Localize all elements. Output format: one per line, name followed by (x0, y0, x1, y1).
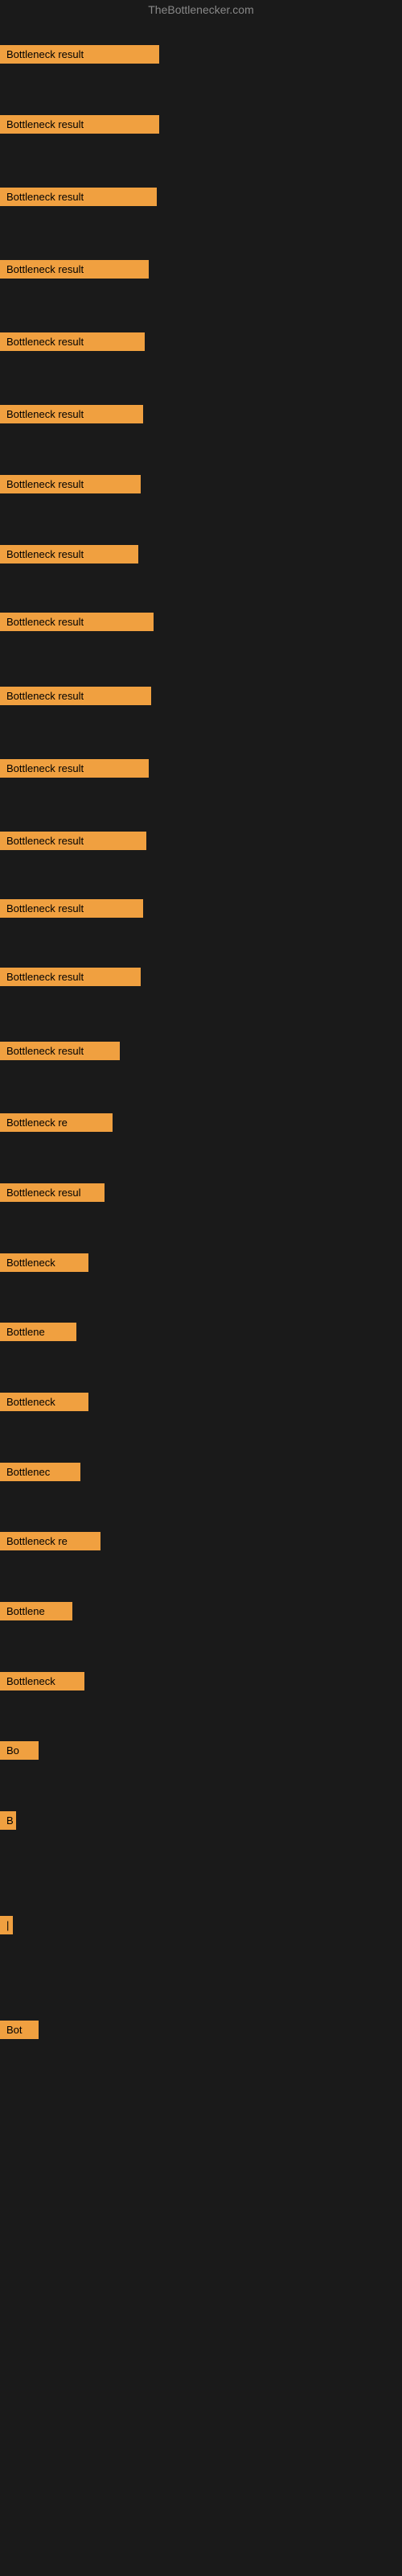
bottleneck-result-item[interactable]: Bottleneck re (0, 1532, 100, 1550)
bottleneck-result-item[interactable]: Bottleneck result (0, 45, 159, 64)
bottleneck-result-item[interactable]: Bottlenec (0, 1463, 80, 1481)
bottleneck-result-item[interactable]: Bottleneck result (0, 115, 159, 134)
bottleneck-result-item[interactable]: Bottleneck result (0, 613, 154, 631)
bottleneck-result-item[interactable]: Bo (0, 1741, 39, 1760)
bottleneck-result-item[interactable]: Bottleneck (0, 1393, 88, 1411)
bottleneck-result-item[interactable]: Bottleneck result (0, 475, 141, 493)
bottleneck-result-item[interactable]: Bottleneck result (0, 332, 145, 351)
bottleneck-result-item[interactable]: Bottleneck result (0, 759, 149, 778)
bottleneck-result-item[interactable]: Bottleneck result (0, 832, 146, 850)
bottleneck-result-item[interactable]: B (0, 1811, 16, 1830)
bottleneck-result-item[interactable]: Bottleneck result (0, 687, 151, 705)
site-title: TheBottlenecker.com (0, 0, 402, 19)
bottleneck-result-item[interactable]: Bottleneck result (0, 188, 157, 206)
bottleneck-result-item[interactable]: Bottleneck result (0, 405, 143, 423)
bottleneck-result-item[interactable]: Bottleneck result (0, 899, 143, 918)
bottleneck-result-item[interactable]: Bottleneck re (0, 1113, 113, 1132)
bottleneck-result-item[interactable]: Bottleneck result (0, 545, 138, 564)
bottleneck-result-item[interactable]: Bottleneck (0, 1672, 84, 1690)
bottleneck-result-item[interactable]: Bottleneck result (0, 1042, 120, 1060)
bottleneck-result-item[interactable]: Bottleneck resul (0, 1183, 105, 1202)
bottleneck-result-item[interactable]: Bottleneck result (0, 260, 149, 279)
bottleneck-result-item[interactable]: | (0, 1916, 13, 1934)
bottleneck-result-item[interactable]: Bottleneck result (0, 968, 141, 986)
bottleneck-result-item[interactable]: Bot (0, 2021, 39, 2039)
bottleneck-result-item[interactable]: Bottlene (0, 1602, 72, 1620)
bottleneck-result-item[interactable]: Bottlene (0, 1323, 76, 1341)
bottleneck-result-item[interactable]: Bottleneck (0, 1253, 88, 1272)
